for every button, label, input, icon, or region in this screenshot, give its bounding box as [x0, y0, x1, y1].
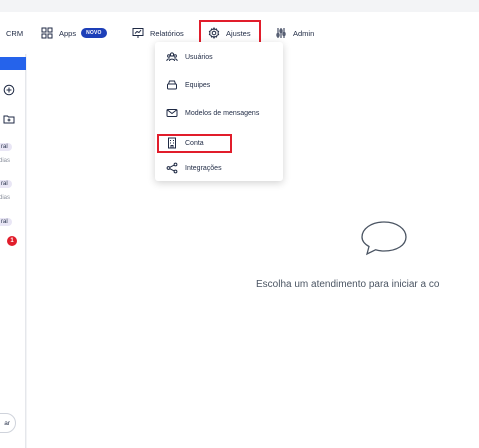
folder-icon[interactable] — [3, 112, 15, 124]
nav-apps[interactable]: Apps NOVO — [41, 12, 107, 54]
conversation-tag: ral — [0, 180, 12, 188]
menu-item-label: Integrações — [185, 164, 222, 172]
nav-admin-label: Admin — [293, 28, 315, 38]
presentation-chart-icon — [132, 27, 144, 39]
conversation-tag: ral — [0, 218, 12, 226]
team-icon — [166, 79, 178, 91]
conversation-subtext: dias — [0, 195, 11, 201]
envelope-icon — [166, 107, 178, 119]
menu-item-usuarios[interactable]: Usuários — [155, 44, 283, 70]
menu-item-label: Usuários — [185, 53, 213, 61]
menu-item-integracoes[interactable]: Integrações — [155, 155, 283, 181]
sliders-icon — [275, 27, 287, 39]
conta-highlight-box — [157, 134, 232, 153]
menu-item-label: Equipes — [185, 81, 211, 89]
bottom-action-label: ar — [4, 419, 10, 427]
share-icon — [166, 162, 178, 174]
conversation-subtext: dias — [0, 158, 11, 164]
chat-bubble-icon — [361, 221, 407, 256]
bottom-action-button[interactable]: ar — [0, 413, 16, 433]
empty-state-message: Escolha um atendimento para iniciar a co — [256, 279, 440, 290]
menu-item-equipes[interactable]: Equipes — [155, 72, 283, 98]
conversation-tag: ral — [0, 143, 12, 151]
grid-icon — [41, 27, 53, 39]
unread-count-badge: 1 — [7, 236, 17, 246]
menu-item-label: Modelos de mensagens — [185, 109, 260, 117]
novo-badge: NOVO — [81, 28, 107, 38]
ajustes-dropdown-menu: Usuários Equipes Modelos de mensagens Co… — [155, 42, 283, 181]
nav-crm-label: CRM — [6, 28, 24, 38]
nav-crm[interactable]: CRM — [6, 12, 23, 54]
users-icon — [166, 51, 178, 63]
nav-apps-label: Apps — [59, 28, 77, 38]
add-circle-icon[interactable] — [3, 83, 15, 96]
selected-filter-bar[interactable] — [0, 57, 26, 70]
conversation-list-panel: ral dias ral dias ral ar — [0, 54, 26, 448]
nav-relatorios-label: Relatórios — [150, 28, 184, 38]
menu-item-modelos-de-mensagens[interactable]: Modelos de mensagens — [155, 100, 283, 126]
